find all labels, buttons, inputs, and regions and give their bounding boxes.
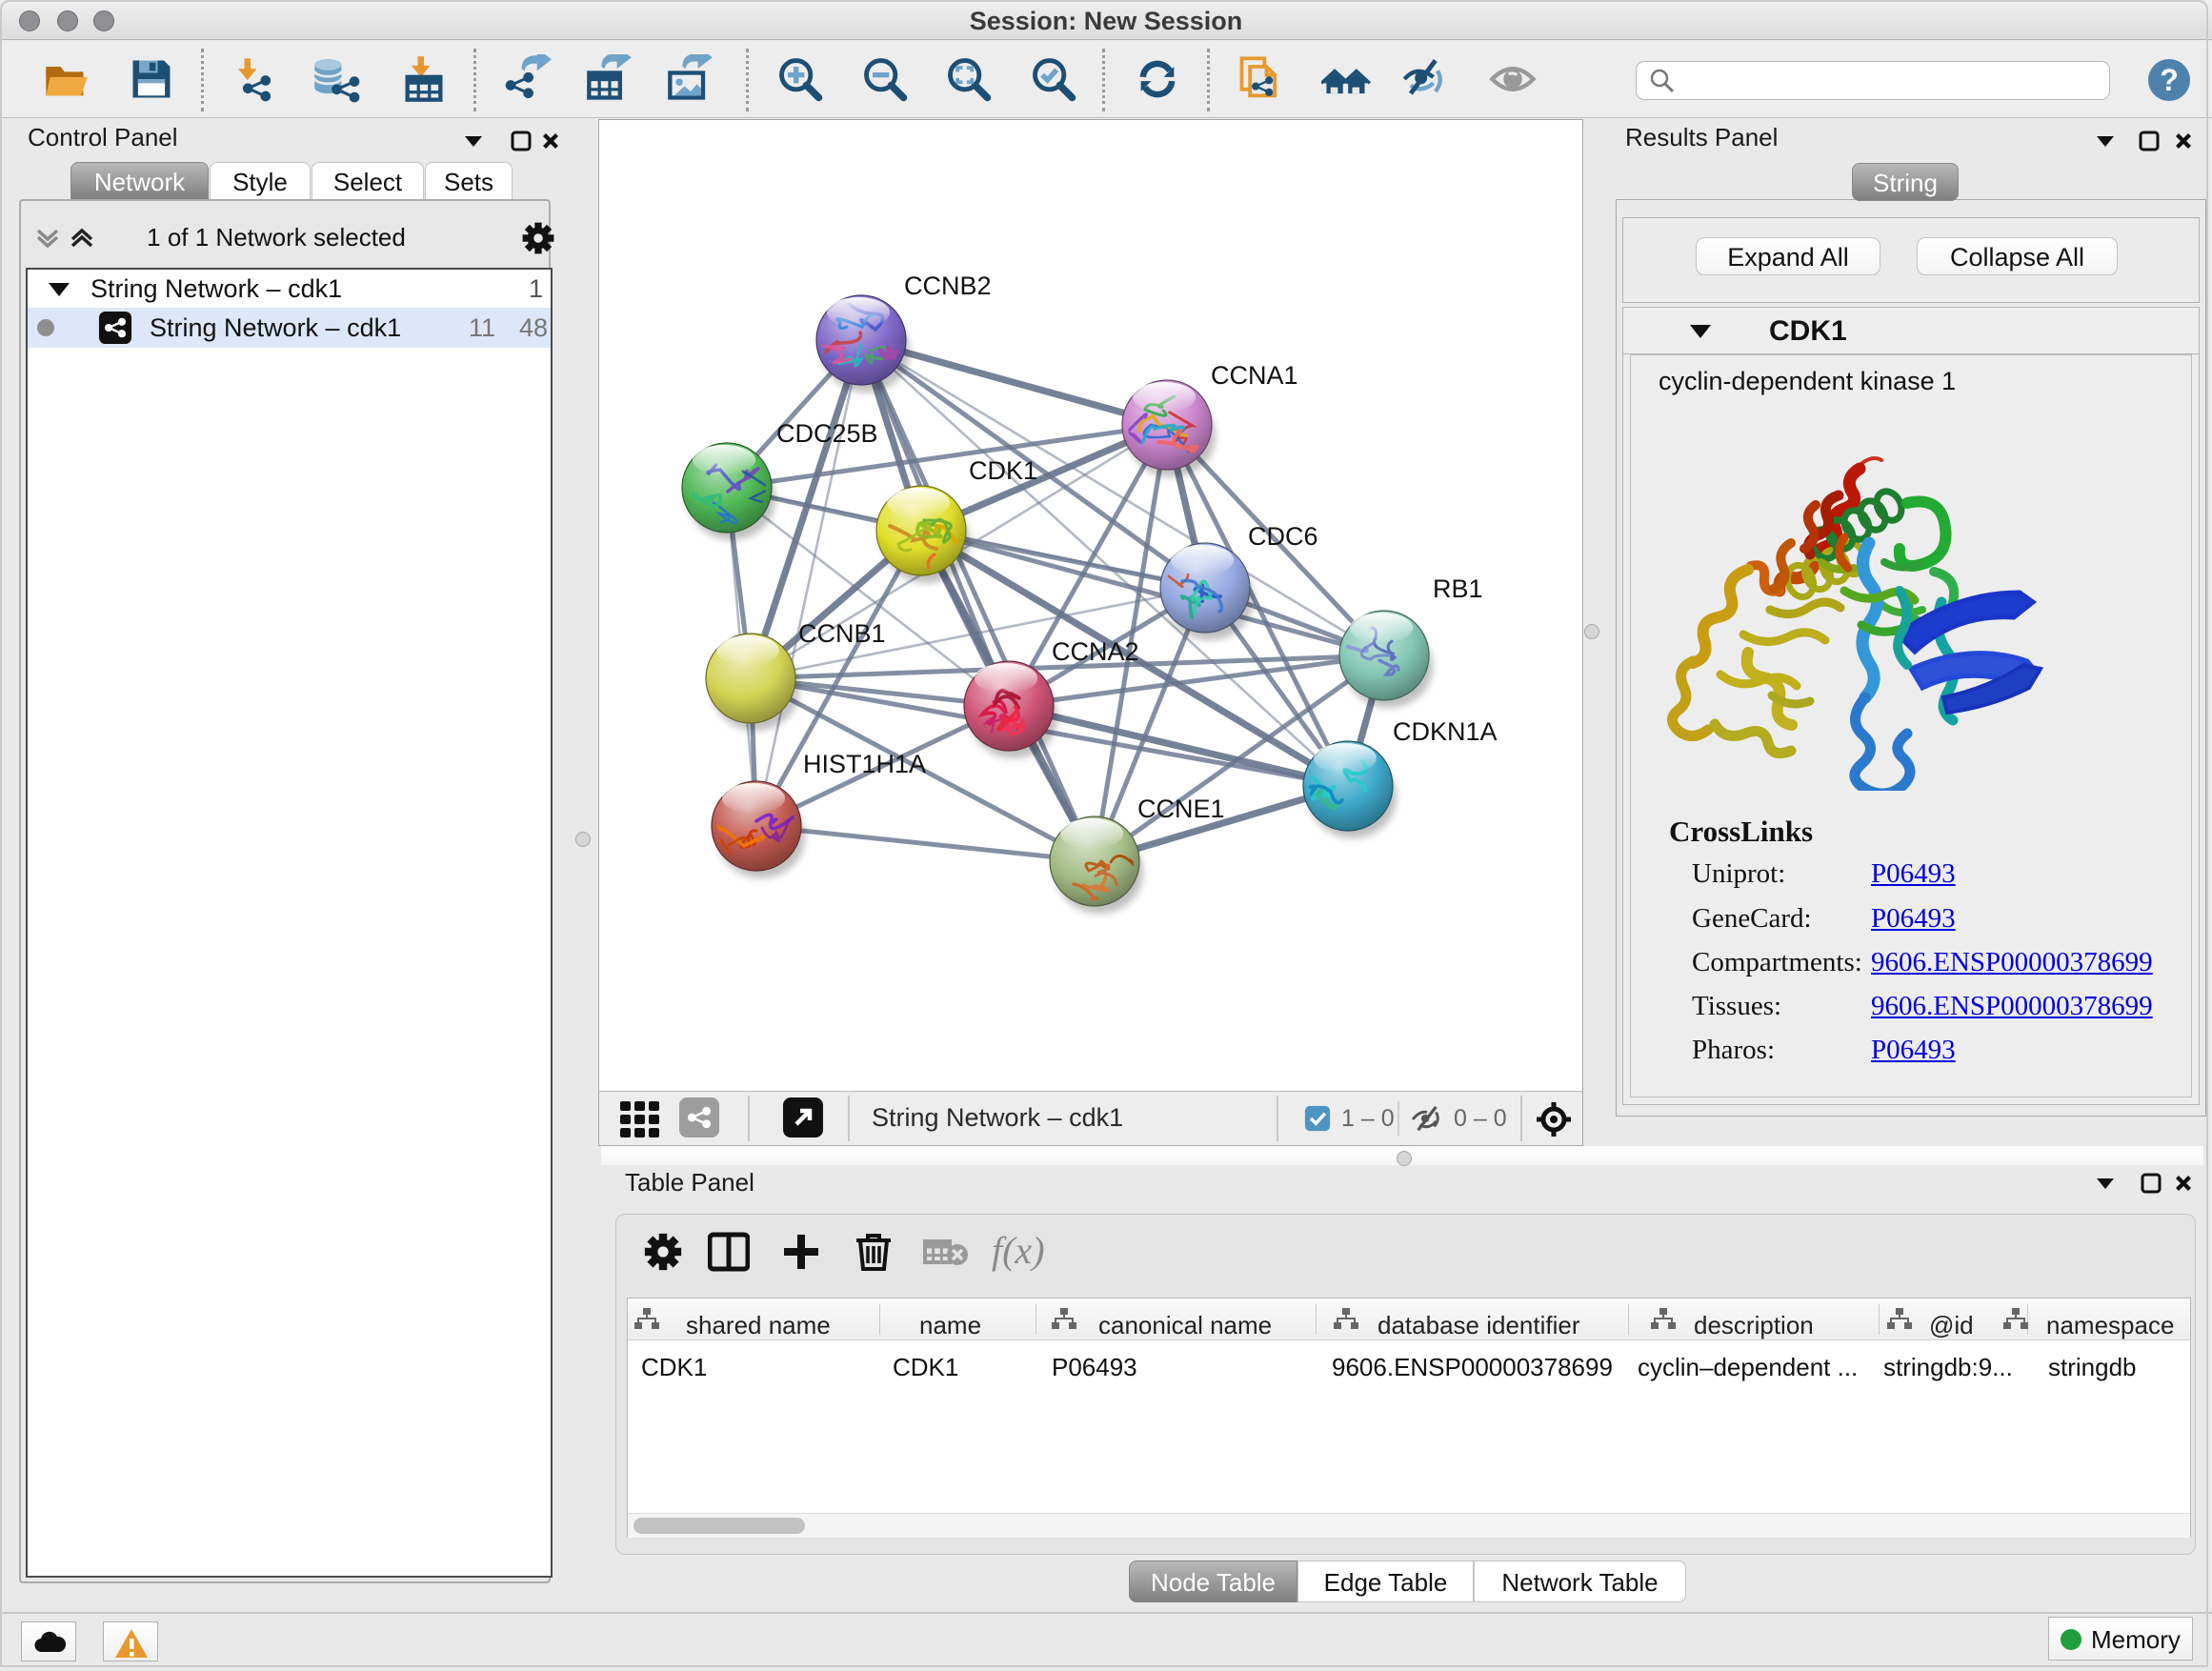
svg-text:CDKN1A: CDKN1A — [1393, 717, 1498, 746]
svg-text:RB1: RB1 — [1433, 574, 1483, 603]
svg-text:CCNB1: CCNB1 — [798, 619, 886, 648]
svg-text:HIST1H1A: HIST1H1A — [803, 750, 926, 778]
svg-text:CCNB2: CCNB2 — [904, 272, 992, 300]
svg-text:CCNE1: CCNE1 — [1137, 795, 1225, 823]
svg-text:CCNA2: CCNA2 — [1052, 637, 1139, 666]
svg-text:CDC6: CDC6 — [1248, 522, 1318, 551]
svg-text:CCNA1: CCNA1 — [1211, 361, 1298, 390]
svg-text:CDK1: CDK1 — [969, 456, 1037, 485]
svg-text:CDC25B: CDC25B — [776, 419, 878, 448]
